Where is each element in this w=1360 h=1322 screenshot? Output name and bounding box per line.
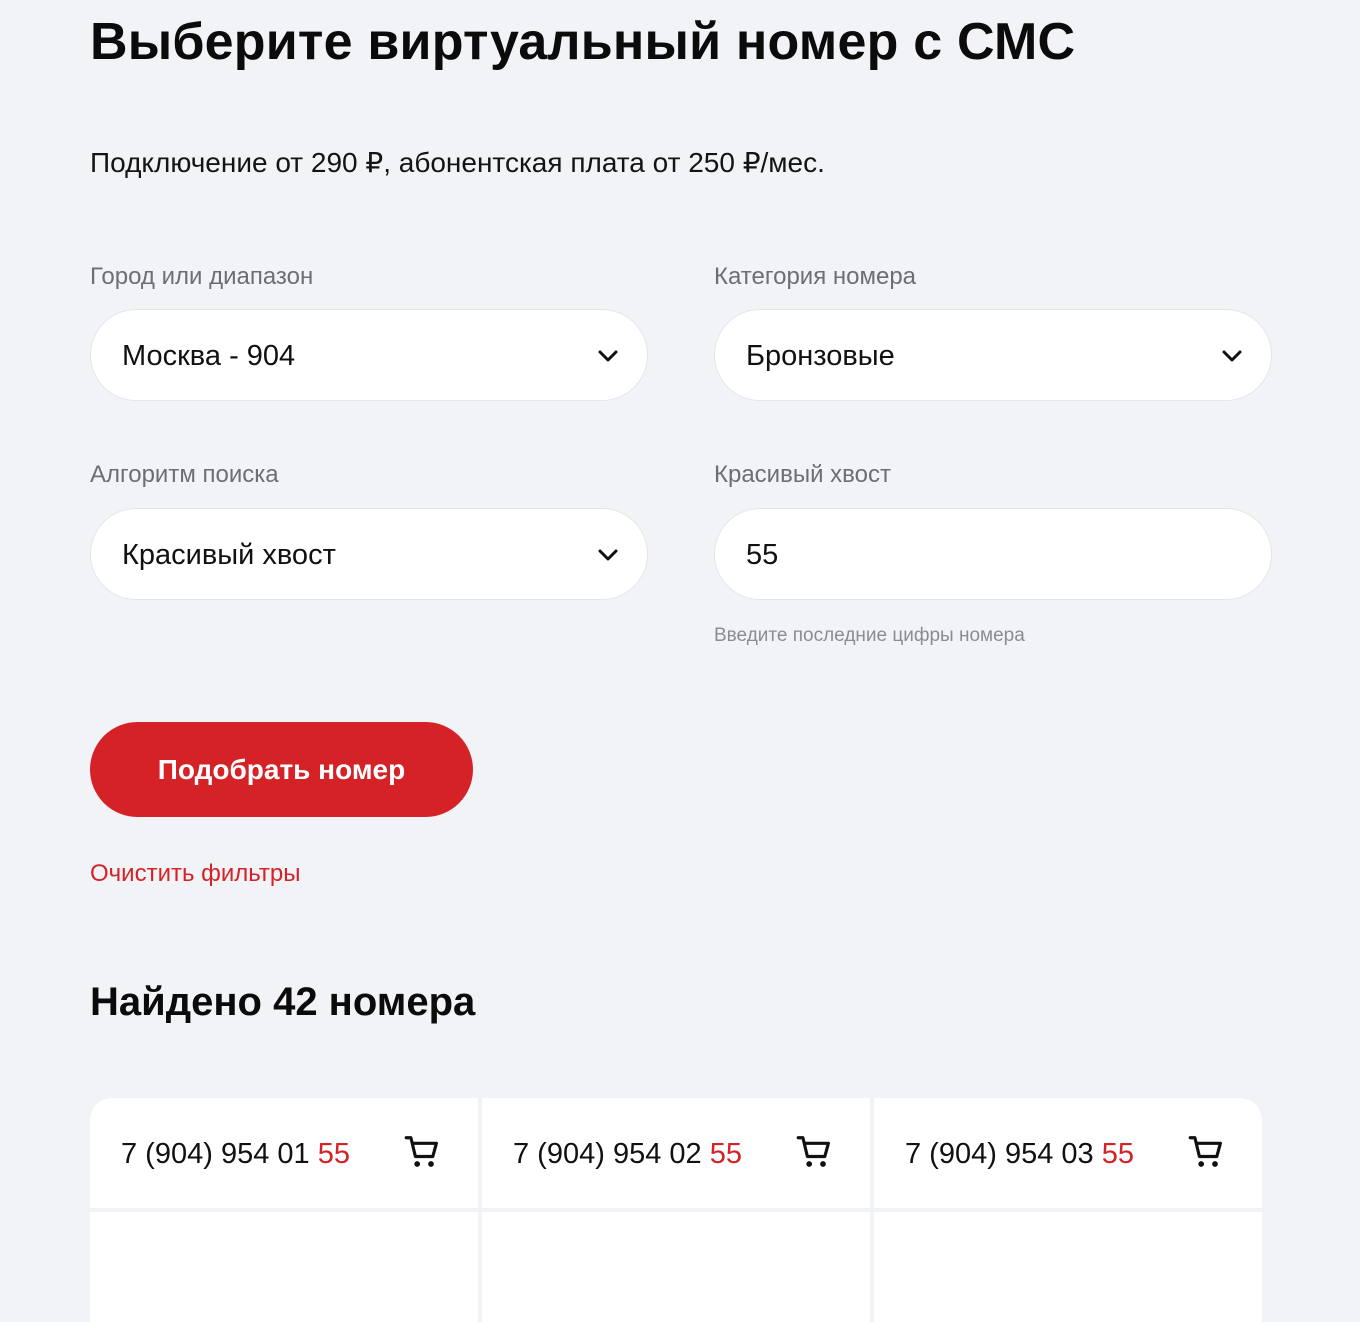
phone-number: 7 (904) 954 01 55 bbox=[121, 1138, 350, 1170]
phone-number-prefix: 7 (904) 954 01 bbox=[121, 1138, 318, 1170]
numbers-grid: 7 (904) 954 01 55 7 (904) 954 02 55 7 (9… bbox=[90, 1098, 1262, 1322]
category-select-value: Бронзовые bbox=[746, 340, 895, 372]
city-select-value: Москва - 904 bbox=[122, 340, 296, 372]
city-select[interactable]: Москва - 904 bbox=[90, 309, 648, 401]
tail-label: Красивый хвост bbox=[714, 461, 891, 488]
algorithm-label: Алгоритм поиска bbox=[90, 461, 279, 488]
tail-input[interactable] bbox=[746, 535, 1226, 575]
phone-number-tail: 55 bbox=[1101, 1138, 1134, 1170]
cart-icon[interactable] bbox=[796, 1134, 832, 1170]
cart-icon[interactable] bbox=[404, 1134, 440, 1170]
cart-icon[interactable] bbox=[1188, 1134, 1224, 1170]
algorithm-select-value: Красивый хвост bbox=[122, 539, 336, 571]
city-label: Город или диапазон bbox=[90, 263, 314, 290]
phone-number-prefix: 7 (904) 954 03 bbox=[905, 1138, 1102, 1170]
tail-hint: Введите последние цифры номера bbox=[714, 625, 1025, 646]
chevron-down-icon bbox=[1222, 350, 1242, 362]
category-label: Категория номера bbox=[714, 263, 917, 290]
phone-number-tail: 55 bbox=[317, 1138, 350, 1170]
number-card[interactable]: 7 (904) 954 02 55 bbox=[482, 1098, 870, 1208]
phone-number: 7 (904) 954 02 55 bbox=[513, 1138, 742, 1170]
clear-filters-link[interactable]: Очистить фильтры bbox=[90, 859, 301, 889]
phone-number: 7 (904) 954 03 55 bbox=[905, 1138, 1134, 1170]
tail-field bbox=[714, 508, 1272, 600]
chevron-down-icon bbox=[598, 350, 618, 362]
results-title: Найдено 42 номера bbox=[90, 980, 476, 1024]
number-card-partial[interactable] bbox=[874, 1212, 1262, 1322]
page-title: Выберите виртуальный номер с СМС bbox=[90, 13, 1076, 71]
pricing-info: Подключение от 290 ₽, абонентская плата … bbox=[90, 147, 825, 178]
number-card[interactable]: 7 (904) 954 01 55 bbox=[90, 1098, 478, 1208]
category-select[interactable]: Бронзовые bbox=[714, 309, 1272, 401]
phone-number-tail: 55 bbox=[709, 1138, 742, 1170]
phone-number-prefix: 7 (904) 954 02 bbox=[513, 1138, 710, 1170]
chevron-down-icon bbox=[598, 549, 618, 561]
number-card-partial[interactable] bbox=[482, 1212, 870, 1322]
find-number-button[interactable]: Подобрать номер bbox=[90, 722, 473, 817]
number-card[interactable]: 7 (904) 954 03 55 bbox=[874, 1098, 1262, 1208]
number-card-partial[interactable] bbox=[90, 1212, 478, 1322]
algorithm-select[interactable]: Красивый хвост bbox=[90, 508, 648, 600]
